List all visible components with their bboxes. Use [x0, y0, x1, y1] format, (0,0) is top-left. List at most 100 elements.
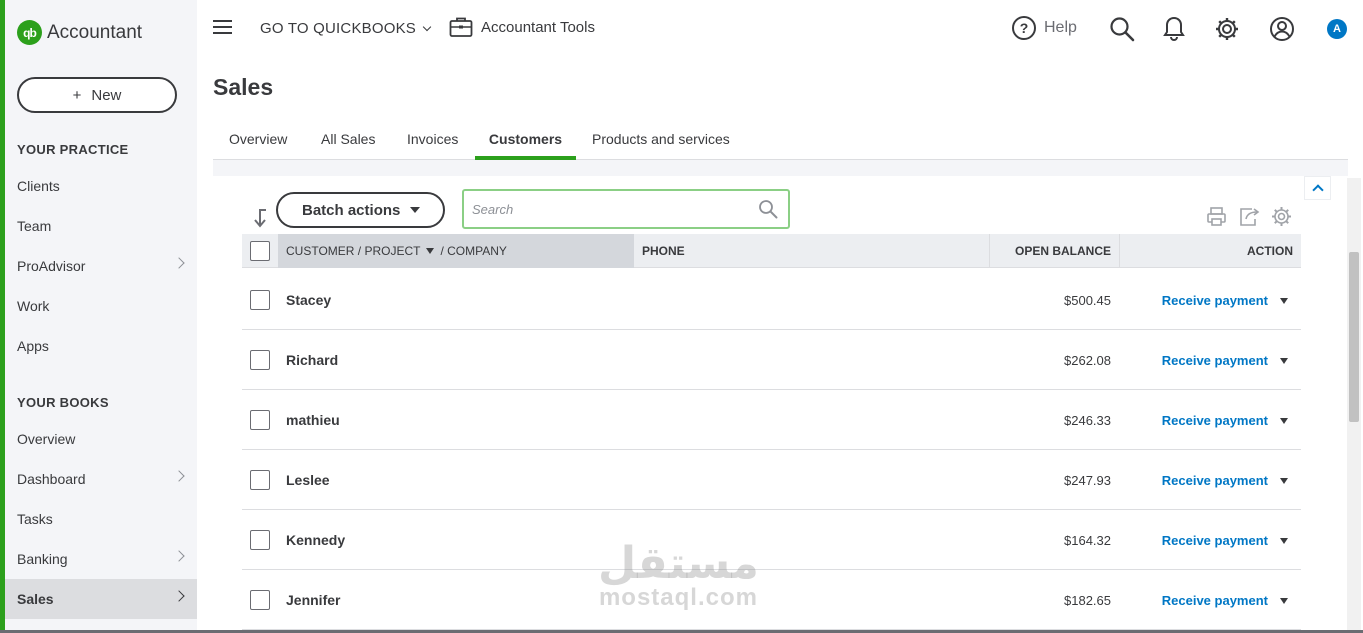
new-button-label: New — [91, 86, 122, 104]
tab-overview[interactable]: Overview — [229, 120, 287, 160]
table-settings-gear-icon[interactable] — [1271, 206, 1292, 227]
receive-payment-link[interactable]: Receive payment — [1162, 293, 1268, 308]
column-header-phone[interactable]: PHONE — [642, 234, 685, 268]
tab-all-sales[interactable]: All Sales — [321, 120, 375, 160]
action-dropdown-icon[interactable] — [1280, 358, 1288, 364]
action-dropdown-icon[interactable] — [1280, 598, 1288, 604]
go-to-quickbooks-menu[interactable]: GO TO QUICKBOOKS — [260, 20, 432, 37]
sidebar-item-label: Clients — [17, 178, 60, 194]
open-balance: $182.65 — [1064, 593, 1111, 608]
receive-payment-link[interactable]: Receive payment — [1162, 413, 1268, 428]
sidebar-item-label: Overview — [17, 431, 76, 447]
go-to-quickbooks-label: GO TO QUICKBOOKS — [260, 20, 417, 37]
sidebar-item-label: Apps — [17, 338, 49, 354]
sidebar-item-apps[interactable]: Apps — [5, 326, 197, 366]
search-input[interactable] — [472, 199, 752, 219]
table-row[interactable]: Leslee $247.93 Receive payment — [242, 450, 1301, 510]
receive-payment-link[interactable]: Receive payment — [1162, 533, 1268, 548]
tab-products-and-services[interactable]: Products and services — [592, 120, 730, 160]
sidebar-item-work[interactable]: Work — [5, 286, 197, 326]
sidebar-item-label: Banking — [17, 551, 68, 567]
tab-customers[interactable]: Customers — [475, 120, 576, 160]
customer-name[interactable]: Jennifer — [286, 592, 340, 608]
chevron-right-icon — [173, 550, 185, 562]
your-books-heading: YOUR BOOKS — [17, 395, 109, 410]
chevron-right-icon — [173, 470, 185, 482]
help-label: Help — [1044, 19, 1077, 36]
avatar[interactable]: A — [1327, 19, 1347, 39]
action-dropdown-icon[interactable] — [1280, 298, 1288, 304]
chevron-down-icon — [410, 207, 421, 213]
sidebar-item-label: Tasks — [17, 511, 53, 527]
help-icon: ? — [1012, 16, 1036, 40]
open-balance: $500.45 — [1064, 293, 1111, 308]
hamburger-menu-icon[interactable] — [213, 20, 232, 35]
sidebar-item-tasks[interactable]: Tasks — [5, 499, 197, 539]
receive-payment-link[interactable]: Receive payment — [1162, 473, 1268, 488]
sidebar-item-banking[interactable]: Banking — [5, 539, 197, 579]
table-row[interactable]: Kennedy $164.32 Receive payment — [242, 510, 1301, 570]
help-button[interactable]: ? Help — [1012, 16, 1077, 40]
user-profile-icon[interactable] — [1269, 16, 1295, 42]
column-header-open-balance[interactable]: OPEN BALANCE — [1015, 234, 1111, 268]
action-dropdown-icon[interactable] — [1280, 538, 1288, 544]
customer-name[interactable]: Kennedy — [286, 532, 345, 548]
new-button[interactable]: + New — [17, 77, 177, 113]
customer-name[interactable]: Richard — [286, 352, 338, 368]
receive-payment-link[interactable]: Receive payment — [1162, 353, 1268, 368]
open-balance: $246.33 — [1064, 413, 1111, 428]
sidebar-item-label: Dashboard — [17, 471, 86, 487]
row-checkbox[interactable] — [250, 530, 270, 550]
print-icon[interactable] — [1206, 206, 1227, 227]
chevron-down-icon — [422, 22, 432, 31]
sort-arrow-icon[interactable] — [252, 208, 268, 228]
row-checkbox[interactable] — [250, 590, 270, 610]
watermark-arabic: مستقل — [598, 538, 759, 589]
sales-tabs: Overview All Sales Invoices Customers Pr… — [213, 120, 1348, 160]
sidebar-item-clients[interactable]: Clients — [5, 166, 197, 206]
sidebar-item-label: Team — [17, 218, 52, 234]
gear-icon[interactable] — [1214, 16, 1240, 42]
sidebar-item-overview[interactable]: Overview — [5, 419, 197, 459]
receive-payment-link[interactable]: Receive payment — [1162, 593, 1268, 608]
brand[interactable]: qb Accountant — [17, 20, 142, 45]
batch-actions-button[interactable]: Batch actions — [276, 192, 445, 228]
customer-name[interactable]: mathieu — [286, 412, 340, 428]
customers-table-header: CUSTOMER / PROJECT / COMPANY PHONE OPEN … — [242, 234, 1301, 268]
vertical-scrollbar[interactable] — [1347, 178, 1361, 633]
export-icon[interactable] — [1238, 206, 1260, 227]
action-dropdown-icon[interactable] — [1280, 478, 1288, 484]
column-header-customer-label: CUSTOMER / PROJECT — [286, 244, 421, 258]
chevron-up-icon — [1311, 184, 1324, 196]
scrollbar-thumb[interactable] — [1349, 252, 1359, 422]
search-icon — [759, 200, 778, 219]
column-header-action: ACTION — [1247, 244, 1293, 258]
collapse-panel-button[interactable] — [1304, 176, 1331, 200]
sidebar-item-proadvisor[interactable]: ProAdvisor — [5, 246, 197, 286]
sidebar-item-dashboard[interactable]: Dashboard — [5, 459, 197, 499]
table-row[interactable]: Richard $262.08 Receive payment — [242, 330, 1301, 390]
action-dropdown-icon[interactable] — [1280, 418, 1288, 424]
customer-name[interactable]: Stacey — [286, 292, 331, 308]
content-top-band — [213, 160, 1348, 176]
row-checkbox[interactable] — [250, 470, 270, 490]
column-divider — [1119, 234, 1120, 268]
sidebar-item-sales[interactable]: Sales — [5, 579, 197, 619]
sort-descending-icon — [426, 248, 435, 254]
bell-icon[interactable] — [1163, 16, 1185, 42]
table-row[interactable]: mathieu $246.33 Receive payment — [242, 390, 1301, 450]
column-header-customer[interactable]: CUSTOMER / PROJECT / COMPANY — [278, 234, 634, 268]
accountant-tools-button[interactable]: Accountant Tools — [449, 16, 595, 38]
search-icon[interactable] — [1109, 16, 1135, 42]
row-checkbox[interactable] — [250, 410, 270, 430]
customer-name[interactable]: Leslee — [286, 472, 330, 488]
table-row[interactable]: Jennifer $182.65 Receive payment — [242, 570, 1301, 630]
select-all-checkbox[interactable] — [250, 241, 270, 261]
tab-invoices[interactable]: Invoices — [407, 120, 458, 160]
search-field[interactable] — [462, 189, 790, 229]
row-checkbox[interactable] — [250, 350, 270, 370]
sidebar-item-team[interactable]: Team — [5, 206, 197, 246]
table-row[interactable]: Stacey $500.45 Receive payment — [242, 270, 1301, 330]
briefcase-icon — [449, 17, 473, 37]
row-checkbox[interactable] — [250, 290, 270, 310]
